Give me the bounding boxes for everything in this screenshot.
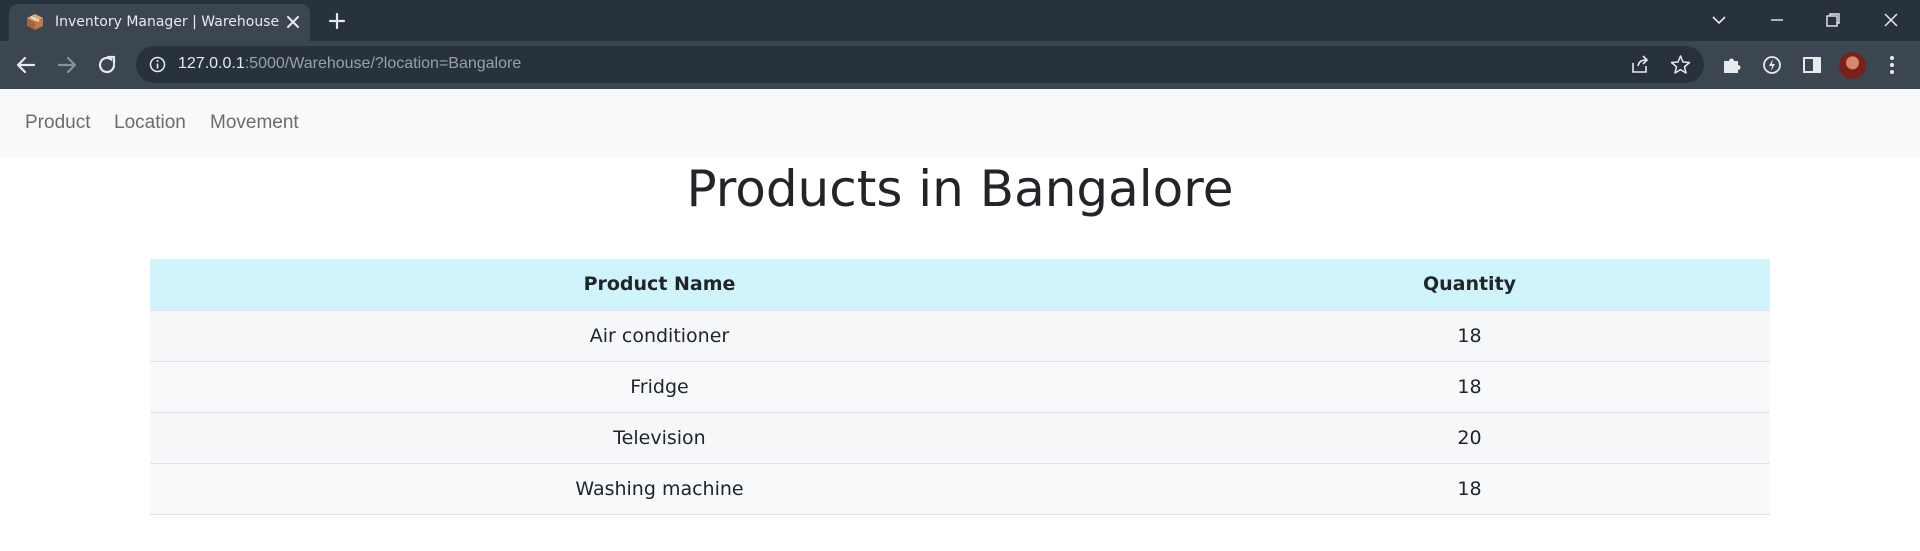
menu-kebab-icon[interactable] [1880,53,1904,77]
side-panel-icon[interactable] [1800,53,1824,77]
table-header-row: Product Name Quantity [150,259,1770,311]
column-header-quantity: Quantity [1169,259,1770,311]
product-name-cell: Washing machine [150,463,1169,515]
new-tab-icon[interactable] [327,11,347,31]
site-navbar: Product Location Movement [0,89,1920,158]
product-name-cell: Television [150,412,1169,464]
table-row: Washing machine 18 [150,463,1770,515]
close-tab-icon[interactable] [284,13,302,31]
url-text[interactable]: 127.0.0.1:5000/Warehouse/?location=Banga… [178,55,521,73]
nav-link-product[interactable]: Product [25,112,90,134]
url-path: :5000/Warehouse/?location=Bangalore [244,55,522,72]
browser-tab-active[interactable]: Inventory Manager | Warehouse [9,4,310,41]
product-name-cell: Fridge [150,361,1169,413]
nav-link-location[interactable]: Location [114,112,186,134]
restore-icon[interactable] [1822,9,1844,31]
url-host: 127.0.0.1 [178,55,245,72]
tab-search-chevron-icon[interactable] [1708,9,1730,31]
extensions-puzzle-icon[interactable] [1720,53,1744,77]
profile-avatar[interactable] [1839,52,1866,79]
forward-arrow-icon[interactable] [55,53,79,77]
quantity-cell: 18 [1169,361,1770,413]
table-row: Television 20 [150,412,1770,464]
column-header-product-name: Product Name [150,259,1169,311]
browser-tabstrip: Inventory Manager | Warehouse [0,0,1920,41]
table-row: Air conditioner 18 [150,310,1770,362]
share-icon[interactable] [1630,54,1651,75]
site-info-icon[interactable] [149,56,166,73]
quantity-cell: 20 [1169,412,1770,464]
quantity-cell: 18 [1169,310,1770,362]
nav-link-movement[interactable]: Movement [210,112,299,134]
bookmark-star-icon[interactable] [1670,54,1691,75]
quantity-cell: 18 [1169,463,1770,515]
extension-lightning-icon[interactable] [1760,53,1784,77]
box-favicon-icon [27,14,43,30]
minimize-icon[interactable] [1766,9,1788,31]
back-arrow-icon[interactable] [14,53,38,77]
page-title: Products in Bangalore [686,160,1234,218]
product-name-cell: Air conditioner [150,310,1169,362]
inventory-table: Product Name Quantity Air conditioner 18… [150,259,1770,515]
browser-toolbar: 127.0.0.1:5000/Warehouse/?location=Banga… [0,41,1920,89]
reload-icon[interactable] [95,53,119,77]
tab-title: Inventory Manager | Warehouse [55,14,280,30]
table-row: Fridge 18 [150,361,1770,413]
close-window-icon[interactable] [1880,9,1902,31]
address-bar[interactable]: 127.0.0.1:5000/Warehouse/?location=Banga… [136,46,1704,83]
